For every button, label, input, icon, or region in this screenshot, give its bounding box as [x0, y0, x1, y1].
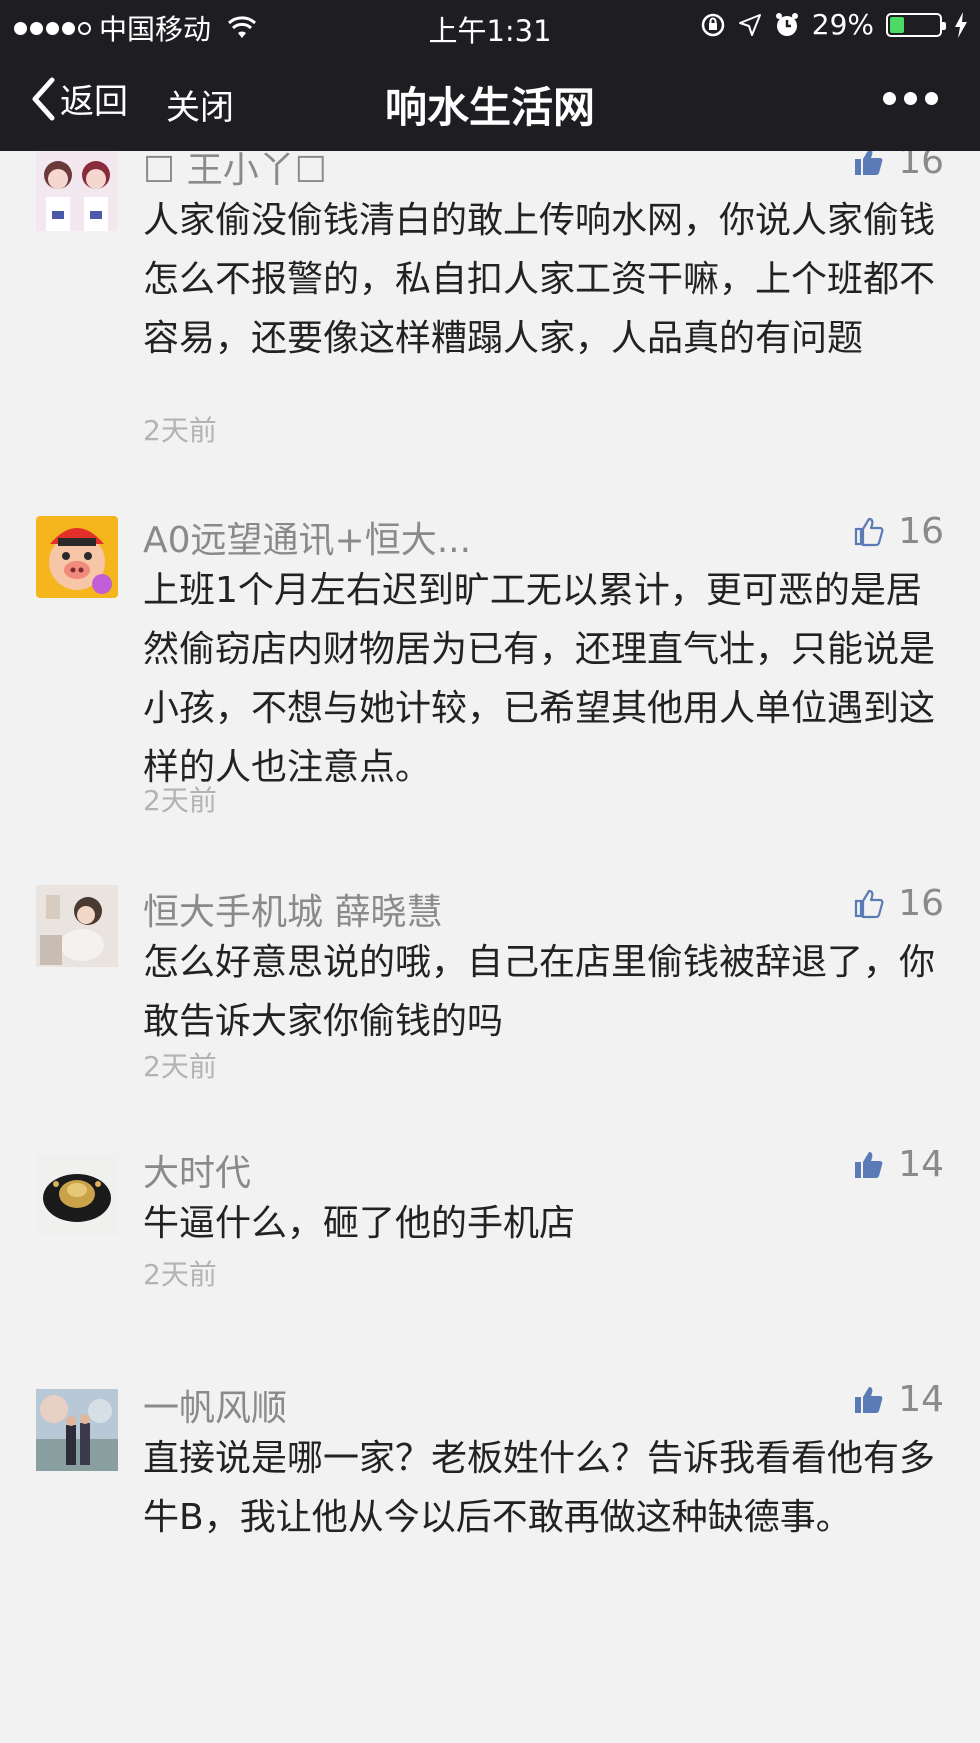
- charging-bolt-icon: [955, 11, 967, 38]
- comment-author[interactable]: 大时代: [143, 1144, 251, 1196]
- thumbs-up-icon: [855, 1386, 883, 1413]
- status-bar: 中国移动 上午1:31 29%: [0, 0, 980, 50]
- thumbs-up-icon: [855, 151, 883, 175]
- battery-percent: 29%: [811, 8, 874, 41]
- like-count: 16: [898, 511, 944, 552]
- like-button[interactable]: 14: [854, 1379, 944, 1420]
- thumbs-up-icon: [855, 517, 884, 546]
- battery-icon: [886, 12, 946, 37]
- comment-text: 牛逼什么，砸了他的手机店: [143, 1203, 576, 1244]
- avatar[interactable]: [36, 151, 118, 231]
- thumbs-up-icon: [855, 889, 884, 918]
- like-button[interactable]: 14: [854, 1144, 944, 1185]
- like-button[interactable]: 16: [854, 151, 944, 182]
- like-count: 16: [898, 151, 944, 182]
- avatar[interactable]: [36, 516, 118, 598]
- comment-time: 2天前: [143, 1050, 217, 1083]
- comment-time: 2天前: [143, 784, 217, 817]
- like-count: 14: [898, 1379, 944, 1420]
- nav-bar: 返回 关闭 响水生活网: [0, 50, 980, 151]
- avatar[interactable]: [36, 1154, 118, 1236]
- comment-list: ☐ 王小丫☐ 16 人家偷没偷钱清白的敢上传响水网，你说人家偷钱怎么不报警的，私…: [0, 151, 980, 1743]
- location-icon: [738, 13, 761, 36]
- comment-text: 上班1个月左右迟到旷工无以累计，更可恶的是居然偷窃店内财物居为已有，还理直气壮，…: [143, 570, 936, 788]
- like-button[interactable]: 16: [854, 511, 944, 552]
- rotation-lock-icon: [701, 13, 725, 36]
- more-dots-icon[interactable]: [883, 92, 938, 105]
- comment-author[interactable]: A0远望通讯+恒大...: [143, 511, 471, 563]
- page-title: 响水生活网: [384, 83, 595, 132]
- comment-time: 2天前: [143, 1258, 217, 1291]
- comment-text: 人家偷没偷钱清白的敢上传响水网，你说人家偷钱怎么不报警的，私自扣人家工资干嘛，上…: [143, 200, 936, 359]
- like-button[interactable]: 16: [854, 883, 944, 924]
- avatar[interactable]: [36, 885, 118, 967]
- like-count: 16: [898, 883, 944, 924]
- battery-level-fill: [890, 16, 904, 33]
- like-count: 14: [898, 1144, 944, 1185]
- comment-time: 2天前: [143, 414, 217, 447]
- thumbs-up-icon: [855, 1151, 883, 1178]
- status-bar-right: 29%: [700, 8, 968, 41]
- comment-author[interactable]: ☐ 王小丫☐: [143, 151, 327, 193]
- avatar[interactable]: [36, 1389, 118, 1471]
- comment-author[interactable]: 恒大手机城 薛晓慧: [143, 883, 442, 935]
- comment-author[interactable]: 一帆风顺: [143, 1379, 287, 1431]
- comment-text: 怎么好意思说的哦，自己在店里偷钱被辞退了，你敢告诉大家你偷钱的吗: [143, 942, 936, 1042]
- comment-text: 直接说是哪一家？老板姓什么？告诉我看看他有多牛B，我让他从今以后不敢再做这种缺德…: [143, 1438, 936, 1538]
- alarm-icon: [775, 12, 798, 36]
